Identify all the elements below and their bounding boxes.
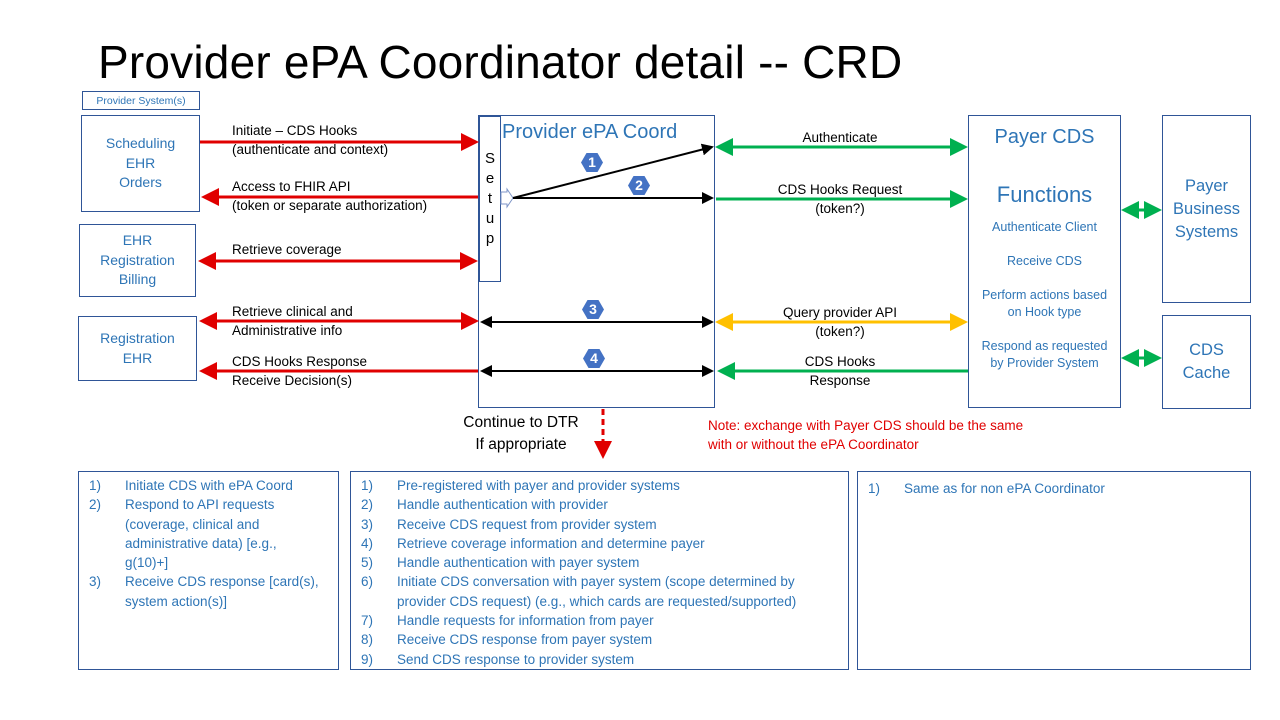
coordinator-step: 8) Receive CDS response from payer system (361, 632, 653, 648)
function-respond: Respond as requested by Provider System (969, 338, 1120, 372)
flow-label-line: (token or separate authorization) (232, 198, 428, 213)
flow-label-line: CDS Hooks (804, 354, 876, 369)
provider-box-scheduling: Scheduling EHR Orders (81, 115, 200, 212)
provider-box-line: EHR (122, 232, 153, 249)
provider-step: 3) Receive CDS response [card(s), system a… (89, 574, 319, 609)
note-line: Note: exchange with Payer CDS should be … (708, 418, 1024, 433)
flow-label-line: Initiate – CDS Hooks (232, 123, 358, 138)
setup-letter: u (485, 210, 495, 227)
flow-label-line: (token?) (815, 201, 865, 216)
provider-box-line: Registration (100, 251, 175, 268)
function-line: on Hook type (1007, 305, 1082, 319)
flow-label-query-api: Query provider API (token?) (740, 303, 940, 341)
continue-dtr-label: Continue to DTR If appropriate (446, 412, 596, 456)
flow-label-line: Query provider API (782, 305, 898, 320)
function-line: Respond as requested (981, 339, 1108, 353)
flow-label-initiate: Initiate – CDS Hooks (authenticate and c… (232, 121, 388, 159)
function-authenticate: Authenticate Client (992, 220, 1097, 234)
function-perform-actions: Perform actions based on Hook type (969, 287, 1120, 321)
flow-label-line: Administrative info (232, 323, 343, 338)
function-line: by Provider System (990, 356, 1099, 370)
setup-box: S e t u p (479, 116, 501, 282)
payer-responsibilities-box: 1) Same as for non ePA Coordinator (857, 471, 1251, 670)
coordinator-step: 9) Send CDS response to provider system (361, 651, 635, 667)
provider-box-line: EHR (122, 349, 153, 366)
cds-cache-line: Cache (1182, 364, 1231, 382)
coordinator-step: 5) Handle authentication with payer syste… (361, 555, 640, 571)
coordinator-step: 1) Pre-registered with payer and provider… (361, 478, 680, 493)
provider-systems-label: Provider System(s) (82, 91, 200, 110)
continue-dtr-line: If appropriate (475, 436, 567, 453)
flow-label-cds-response: CDS Hooks Response (740, 352, 940, 390)
setup-letter: t (487, 190, 493, 207)
payer-business-systems-box: Payer Business Systems (1162, 115, 1251, 303)
provider-box-billing: EHR Registration Billing (79, 224, 196, 297)
setup-letter: S (484, 150, 495, 167)
provider-box-line: Scheduling (105, 135, 176, 152)
coordinator-step: 2) Handle authentication with provider (361, 497, 608, 513)
coordinator-responsibilities-box: 1) Pre-registered with payer and provider… (350, 471, 849, 670)
note-line: with or without the ePA Coordinator (708, 437, 919, 452)
flow-label-cds-request: CDS Hooks Request (token?) (740, 180, 940, 218)
flow-label-line: Receive Decision(s) (232, 373, 353, 388)
continue-dtr-line: Continue to DTR (463, 414, 579, 431)
cds-cache-line: CDS (1189, 341, 1224, 359)
cds-cache-box: CDS Cache (1162, 315, 1251, 409)
flow-label-line: CDS Hooks Response (232, 354, 368, 369)
setup-letter: e (485, 170, 495, 187)
provider-box-line: Registration (100, 330, 175, 346)
flow-label-line: Access to FHIR API (232, 179, 351, 194)
flow-label-fhir-api: Access to FHIR API (token or separate au… (232, 177, 427, 215)
payer-business-line: Systems (1174, 222, 1239, 241)
payer-business-line: Payer (1184, 176, 1229, 195)
coordinator-step: 3) Receive CDS request from provider syst… (361, 516, 657, 532)
function-receive-cds: Receive CDS (1006, 254, 1083, 268)
payer-step: 1) Same as for non ePA Coordinator (868, 481, 1105, 496)
payer-cds-title: Payer CDS (994, 126, 1095, 148)
page-title: Provider ePA Coordinator detail -- CRD (98, 36, 903, 88)
flow-label-authenticate: Authenticate (802, 130, 878, 145)
flow-label-response: CDS Hooks Response Receive Decision(s) (232, 352, 367, 390)
payer-cds-functions-title: Functions (996, 182, 1093, 207)
flow-label-line: CDS Hooks Request (777, 182, 903, 197)
payer-cds-box: Payer CDS Functions Authenticate Client … (968, 115, 1121, 408)
coordinator-step: 4) Retrieve coverage information and dete… (361, 535, 705, 551)
flow-label-line: Response (809, 373, 871, 388)
epa-coordinator-title: Provider ePA Coord (502, 121, 678, 143)
provider-box-line: Billing (118, 271, 157, 288)
setup-letter: p (485, 230, 495, 247)
function-line: Perform actions based (981, 288, 1108, 302)
flow-label-coverage: Retrieve coverage (232, 242, 342, 257)
note-text: Note: exchange with Payer CDS should be … (708, 416, 1023, 454)
coordinator-step: 6) Initiate CDS conversation with payer s… (361, 574, 797, 609)
provider-box-line: EHR (125, 154, 156, 171)
payer-business-line: Business (1173, 199, 1240, 218)
provider-step: 2) Respond to API requests (coverage, clin… (89, 497, 277, 571)
provider-step: 1) Initiate CDS with ePA Coord (89, 478, 293, 493)
coordinator-step: 7) Handle requests for information from p… (361, 613, 654, 629)
flow-label-line: (token?) (815, 324, 865, 339)
provider-box-line: Orders (119, 174, 162, 191)
flow-label-line: Retrieve clinical and (232, 304, 353, 319)
flow-label-line: (authenticate and context) (232, 142, 389, 157)
provider-box-registration: Registration EHR (78, 316, 197, 381)
provider-responsibilities-box: 1) Initiate CDS with ePA Coord 2) Respond … (78, 471, 339, 670)
flow-label-clinical: Retrieve clinical and Administrative inf… (232, 302, 353, 340)
